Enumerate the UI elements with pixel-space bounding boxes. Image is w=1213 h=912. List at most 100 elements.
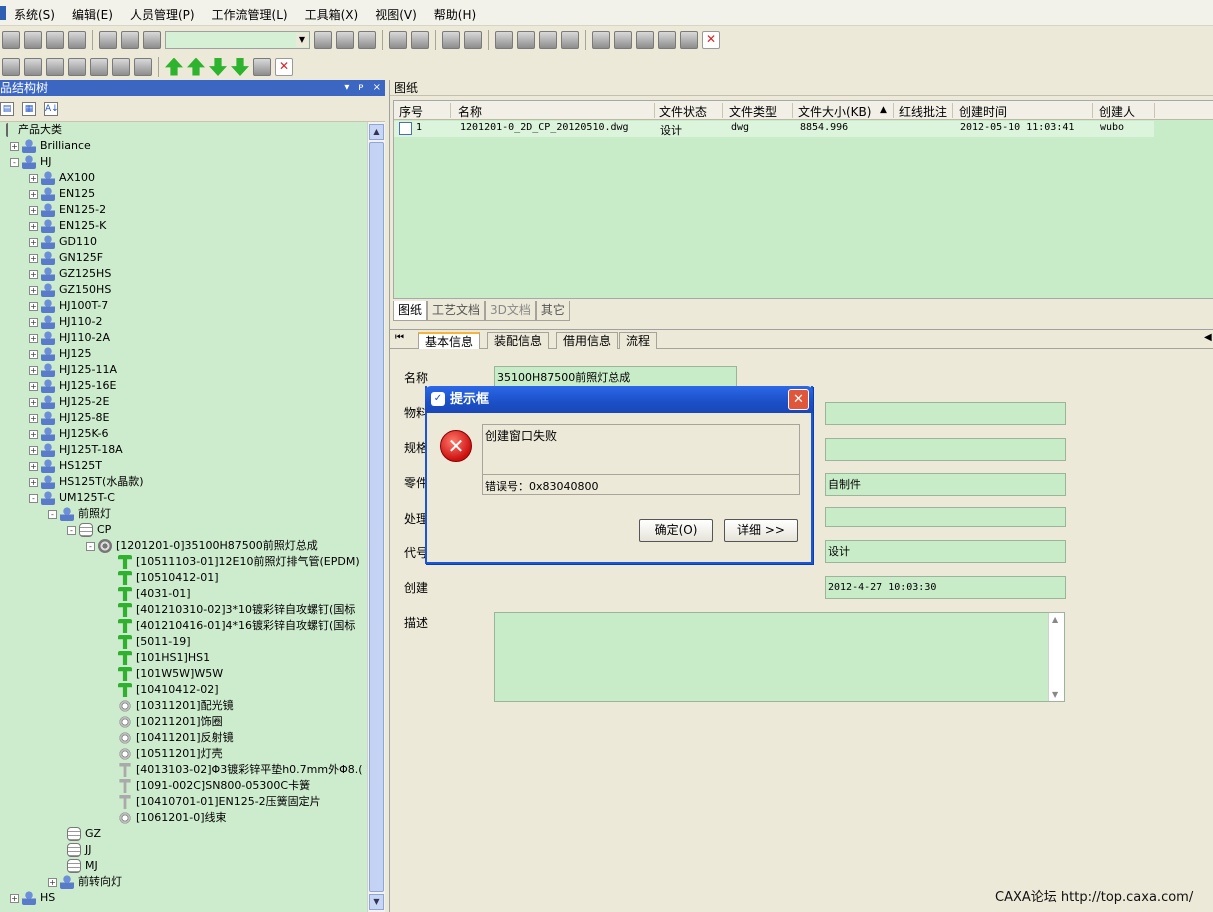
close-icon[interactable]: ✕ xyxy=(788,389,809,410)
menu-toolbox[interactable]: 工具箱(X) xyxy=(305,6,359,23)
menu-edit[interactable]: 编辑(E) xyxy=(72,6,113,23)
scroll-down-icon[interactable]: ▼ xyxy=(369,894,384,910)
scroll-up-icon[interactable]: ▲ xyxy=(1052,615,1058,624)
tree-node[interactable]: + HJ100T-7 xyxy=(29,298,108,314)
toolbar-button[interactable] xyxy=(46,30,64,49)
tree-node[interactable]: + HS125T xyxy=(29,458,102,474)
tree-node[interactable]: [401210310-02]3*10镀彩锌自攻螺钉(国标 xyxy=(118,602,355,618)
col-status[interactable]: 文件状态 xyxy=(659,103,707,120)
tree-node[interactable]: MJ xyxy=(67,858,98,874)
tree-node[interactable]: [1091-002C]SN800-05300C卡簧 xyxy=(118,778,310,794)
toolbar-button[interactable] xyxy=(495,30,513,49)
tree-node[interactable]: [10510412-01] xyxy=(118,570,219,586)
toolbar-button[interactable] xyxy=(46,57,64,76)
tree-node[interactable]: + GZ125HS xyxy=(29,266,111,282)
delete-filter-icon[interactable] xyxy=(275,57,293,76)
tab-assembly-info[interactable]: 装配信息 xyxy=(487,332,550,349)
expand-icon[interactable]: + xyxy=(29,189,38,199)
toolbar-button[interactable] xyxy=(112,57,130,76)
tree-node[interactable]: + HJ125K-6 xyxy=(29,426,109,442)
collapse-icon[interactable]: - xyxy=(67,525,76,535)
expand-icon[interactable]: + xyxy=(29,365,38,375)
col-size[interactable]: 文件大小(KB) xyxy=(798,103,871,120)
tree-node[interactable]: + HJ125 xyxy=(29,346,92,362)
toolbar-button[interactable] xyxy=(592,30,610,49)
tree-node[interactable]: - [1201201-0]35100H87500前照灯总成 xyxy=(86,538,318,554)
copy-icon[interactable] xyxy=(121,30,139,49)
tree-node[interactable]: + GN125F xyxy=(29,250,103,266)
settings-icon[interactable] xyxy=(680,30,698,49)
toolbar-button[interactable] xyxy=(2,30,20,49)
filter-icon[interactable] xyxy=(253,57,271,76)
menu-help[interactable]: 帮助(H) xyxy=(434,6,476,23)
tree-node[interactable]: + HJ110-2 xyxy=(29,314,102,330)
tree-node[interactable]: GZ xyxy=(67,826,101,842)
expand-icon[interactable]: + xyxy=(29,269,38,279)
ok-button[interactable]: 确定(O) xyxy=(639,519,713,542)
expand-icon[interactable]: + xyxy=(29,429,38,439)
expand-icon[interactable]: + xyxy=(10,141,19,151)
tree-node[interactable]: [10410701-01]EN125-2压簧固定片 xyxy=(118,794,321,810)
tree-node[interactable]: [10211201]饰圈 xyxy=(118,714,223,730)
tree-node[interactable]: - HJ xyxy=(10,154,52,170)
tab-workflow[interactable]: 流程 xyxy=(619,332,658,349)
weight-field[interactable] xyxy=(825,438,1066,461)
col-type[interactable]: 文件类型 xyxy=(729,103,777,120)
expand-icon[interactable]: + xyxy=(48,877,57,887)
tree-node[interactable]: JJ xyxy=(67,842,92,858)
code-field[interactable]: 设计 xyxy=(825,540,1066,563)
move-up-icon[interactable] xyxy=(187,57,205,76)
tree-node[interactable]: + HS125T(水晶款) xyxy=(29,474,144,490)
tree-node[interactable]: [10411201]反射镜 xyxy=(118,730,234,746)
tree-node[interactable]: [101HS1]HS1 xyxy=(118,650,210,666)
toolbar-button[interactable] xyxy=(68,57,86,76)
tree-node[interactable]: [401210416-01]4*16镀彩锌自攻螺钉(国标 xyxy=(118,618,355,634)
collapse-icon[interactable]: - xyxy=(48,509,57,519)
toolbar-button[interactable] xyxy=(24,30,42,49)
tree-node[interactable]: + EN125-K xyxy=(29,218,106,234)
toolbar-button[interactable] xyxy=(389,30,407,49)
tree-node[interactable]: + HJ125-8E xyxy=(29,410,109,426)
scroll-thumb[interactable] xyxy=(369,142,384,892)
tree-props-icon[interactable]: ▦ xyxy=(22,101,36,116)
toolbar-button[interactable] xyxy=(68,30,86,49)
toolbar-button[interactable] xyxy=(561,30,579,49)
tree-node[interactable]: 产品大类 xyxy=(6,122,62,138)
move-top-icon[interactable] xyxy=(165,57,183,76)
scroll-up-icon[interactable]: ▲ xyxy=(369,124,384,140)
tree-node[interactable]: + HJ125-11A xyxy=(29,362,117,378)
tree-node[interactable]: + GD110 xyxy=(29,234,97,250)
toolbar-combo[interactable]: ▼ xyxy=(165,30,310,49)
tree-node[interactable]: + EN125 xyxy=(29,186,95,202)
col-creator[interactable]: 创建人 xyxy=(1099,103,1135,120)
tree-node[interactable]: [10511103-01]12E10前照灯排气管(EPDM) xyxy=(118,554,360,570)
col-name[interactable]: 名称 xyxy=(458,103,482,120)
tree-node[interactable]: - 前照灯 xyxy=(48,506,111,522)
table-row[interactable]: 1 1201201-0_2D_CP_20120510.dwg 设计 dwg 88… xyxy=(394,121,1154,137)
expand-icon[interactable]: + xyxy=(29,397,38,407)
expand-icon[interactable]: + xyxy=(29,349,38,359)
tree-node[interactable]: [5011-19] xyxy=(118,634,191,650)
expand-icon[interactable]: + xyxy=(29,205,38,215)
settings-delete-icon[interactable] xyxy=(702,30,720,49)
tab-borrow-info[interactable]: 借用信息 xyxy=(556,332,619,349)
expand-icon[interactable]: + xyxy=(29,285,38,295)
tab-process-docs[interactable]: 工艺文档 xyxy=(427,301,486,321)
tree-node[interactable]: - CP xyxy=(67,522,111,538)
toolbar-button[interactable] xyxy=(24,57,42,76)
scroll-down-icon[interactable]: ▼ xyxy=(1052,690,1058,699)
description-field[interactable]: ▲ ▼ xyxy=(494,612,1065,702)
close-icon[interactable]: × xyxy=(373,80,381,96)
chevron-down-icon[interactable]: ▼ xyxy=(296,32,308,47)
tab-other[interactable]: 其它 xyxy=(535,301,570,321)
toolbar-button[interactable] xyxy=(539,30,557,49)
toolbar-button[interactable] xyxy=(636,30,654,49)
expand-icon[interactable]: + xyxy=(29,477,38,487)
expand-icon[interactable]: + xyxy=(29,237,38,247)
move-down-icon[interactable] xyxy=(209,58,227,76)
expand-icon[interactable]: + xyxy=(29,301,38,311)
tree-node[interactable]: + 前转向灯 xyxy=(48,874,122,890)
expand-icon[interactable]: + xyxy=(29,333,38,343)
process-field[interactable] xyxy=(825,507,1066,527)
tree-node[interactable]: + AX100 xyxy=(29,170,95,186)
